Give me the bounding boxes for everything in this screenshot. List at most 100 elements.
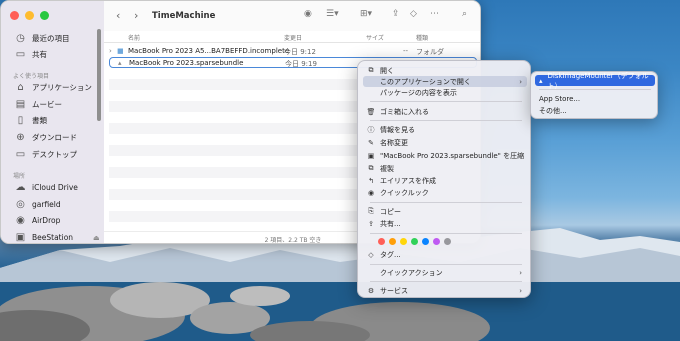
menu-divider bbox=[370, 264, 522, 265]
column-header: 名前 変更日 サイズ 種類 bbox=[104, 31, 480, 43]
context-menu: ⧉ 開く このアプリケーションで開く › パッケージの内容を表示 🗑 ゴミ箱に入れる… bbox=[357, 60, 531, 298]
submenu-item-app-store[interactable]: App Store... bbox=[535, 93, 655, 104]
file-kind: フォルダ bbox=[416, 48, 444, 56]
sidebar-item-desktop[interactable]: ▭ デスクトップ bbox=[15, 149, 77, 160]
file-name: MacBook Pro 2023.sparsebundle bbox=[129, 59, 244, 67]
share-icon: ⇪ bbox=[368, 219, 374, 228]
menu-divider bbox=[370, 101, 522, 102]
tag-icon[interactable]: ◇ bbox=[410, 9, 417, 19]
duplicate-icon: ⧉ bbox=[368, 164, 374, 172]
tag-purple[interactable] bbox=[433, 238, 440, 245]
archive-icon: ▣ bbox=[367, 151, 375, 160]
menu-divider bbox=[370, 202, 522, 203]
tag-green[interactable] bbox=[411, 238, 418, 245]
cloud-icon: ☁ bbox=[15, 182, 26, 193]
sidebar-item-airdrop[interactable]: ◉ AirDrop bbox=[15, 215, 60, 226]
sidebar-item-label: 書類 bbox=[32, 116, 47, 125]
tag-red[interactable] bbox=[378, 238, 385, 245]
info-icon: ⓘ bbox=[367, 125, 375, 134]
menu-item-quick-look[interactable]: ◉ クイックルック bbox=[363, 187, 527, 198]
disclosure-chevron-icon[interactable]: › bbox=[109, 47, 112, 55]
folder-icon: ■ bbox=[117, 47, 124, 55]
search-icon[interactable]: ⌕ bbox=[462, 9, 467, 19]
menu-item-trash[interactable]: 🗑 ゴミ箱に入れる bbox=[363, 106, 527, 117]
sidebar-item-label: garfield bbox=[32, 200, 61, 209]
file-date: 今日 9:12 bbox=[284, 48, 316, 56]
menu-item-share[interactable]: ⇪ 共有... bbox=[363, 218, 527, 229]
menu-item-open[interactable]: ⧉ 開く bbox=[363, 65, 527, 76]
eye-icon[interactable]: ◉ bbox=[304, 9, 312, 19]
column-name[interactable]: 名前 bbox=[128, 33, 140, 42]
submenu-item-other[interactable]: その他... bbox=[535, 105, 655, 116]
sidebar-item-label: アプリケーション bbox=[32, 83, 92, 92]
share-icon[interactable]: ⇪ bbox=[392, 9, 400, 19]
sidebar-item-label: 最近の項目 bbox=[32, 34, 70, 43]
alias-icon: ↰ bbox=[368, 176, 374, 185]
menu-item-copy[interactable]: ⎘ コピー bbox=[363, 206, 527, 217]
list-view-icon[interactable]: ☰▾ bbox=[326, 9, 339, 19]
sidebar-section-favorites: よく使う項目 bbox=[13, 73, 50, 80]
menu-item-services[interactable]: ⚙ サービス › bbox=[363, 285, 527, 296]
applications-icon: ⌂ bbox=[17, 82, 24, 93]
tag-icon: ◇ bbox=[368, 250, 374, 259]
forward-button[interactable]: › bbox=[134, 9, 138, 22]
pencil-icon: ✎ bbox=[368, 138, 374, 147]
menu-divider bbox=[370, 281, 522, 282]
shared-folder-icon: ▭ bbox=[15, 49, 26, 60]
tag-gray[interactable] bbox=[444, 238, 451, 245]
table-row[interactable]: › ■ MacBook Pro 2023 A5...BA7BEFFD.incom… bbox=[109, 46, 477, 57]
menu-divider bbox=[539, 89, 651, 90]
sidebar-section-locations: 場所 bbox=[13, 173, 26, 180]
menu-item-compress[interactable]: ▣ "MacBook Pro 2023.sparsebundle" を圧縮 bbox=[363, 150, 527, 161]
server-icon: ▣ bbox=[15, 232, 26, 243]
sidebar-item-label: ダウンロード bbox=[32, 133, 77, 142]
document-icon: ▯ bbox=[17, 115, 24, 126]
sidebar: ◷ 最近の項目 ▭ 共有 よく使う項目 ⌂ アプリケーション ▤ ムービー ▯ … bbox=[1, 1, 104, 243]
sidebar-item-label: デスクトップ bbox=[32, 150, 77, 159]
sidebar-item-shared[interactable]: ▭ 共有 bbox=[15, 49, 47, 60]
sidebar-item-applications[interactable]: ⌂ アプリケーション bbox=[15, 82, 92, 93]
sparsebundle-icon: ▴ bbox=[118, 59, 122, 67]
sidebar-item-label: BeeStation bbox=[32, 233, 74, 242]
sidebar-item-documents[interactable]: ▯ 書類 bbox=[15, 115, 47, 126]
tag-colors bbox=[378, 238, 451, 245]
zoom-button[interactable] bbox=[40, 11, 49, 20]
window-title: TimeMachine bbox=[152, 11, 216, 21]
minimize-button[interactable] bbox=[25, 11, 34, 20]
column-size[interactable]: サイズ bbox=[366, 33, 384, 42]
menu-item-tags[interactable]: ◇ タグ... bbox=[363, 249, 527, 260]
sidebar-scrollbar[interactable] bbox=[97, 29, 101, 121]
menu-item-duplicate[interactable]: ⧉ 複製 bbox=[363, 163, 527, 174]
file-size: -- bbox=[403, 47, 409, 55]
chevron-right-icon: › bbox=[519, 268, 522, 277]
submenu-item-diskimagemounter[interactable]: ▴ DiskImageMounter（デフォルト） bbox=[535, 72, 655, 90]
film-icon: ▤ bbox=[15, 99, 26, 110]
menu-item-rename[interactable]: ✎ 名称変更 bbox=[363, 137, 527, 148]
close-button[interactable] bbox=[10, 11, 19, 20]
column-kind[interactable]: 種類 bbox=[416, 33, 428, 42]
desktop-icon: ▭ bbox=[15, 149, 26, 160]
sidebar-item-movies[interactable]: ▤ ムービー bbox=[15, 99, 62, 110]
sidebar-item-label: iCloud Drive bbox=[32, 183, 78, 192]
menu-item-show-package[interactable]: パッケージの内容を表示 bbox=[363, 87, 527, 98]
sidebar-item-garfield[interactable]: ◎ garfield bbox=[15, 199, 61, 210]
sidebar-item-recents[interactable]: ◷ 最近の項目 bbox=[15, 33, 70, 44]
tag-yellow[interactable] bbox=[400, 238, 407, 245]
network-icon: ◎ bbox=[16, 199, 25, 210]
grid-view-icon[interactable]: ⊞▾ bbox=[360, 9, 372, 19]
column-date[interactable]: 変更日 bbox=[284, 33, 302, 42]
back-button[interactable]: ‹ bbox=[116, 9, 120, 22]
menu-item-make-alias[interactable]: ↰ エイリアスを作成 bbox=[363, 175, 527, 186]
tag-orange[interactable] bbox=[389, 238, 396, 245]
menu-item-get-info[interactable]: ⓘ 情報を見る bbox=[363, 124, 527, 135]
tag-blue[interactable] bbox=[422, 238, 429, 245]
sidebar-item-beestation[interactable]: ▣ BeeStation ⏏ bbox=[15, 232, 100, 243]
airdrop-icon: ◉ bbox=[16, 215, 25, 226]
sidebar-item-icloud[interactable]: ☁ iCloud Drive bbox=[15, 182, 78, 193]
sidebar-item-downloads[interactable]: ⊕ ダウンロード bbox=[15, 132, 77, 143]
more-icon[interactable]: ⋯ bbox=[430, 9, 439, 19]
menu-item-quick-actions[interactable]: クイックアクション › bbox=[363, 267, 527, 278]
menu-item-open-with[interactable]: このアプリケーションで開く › bbox=[363, 76, 527, 87]
sidebar-item-label: AirDrop bbox=[32, 216, 61, 225]
eject-icon[interactable]: ⏏ bbox=[93, 234, 100, 242]
